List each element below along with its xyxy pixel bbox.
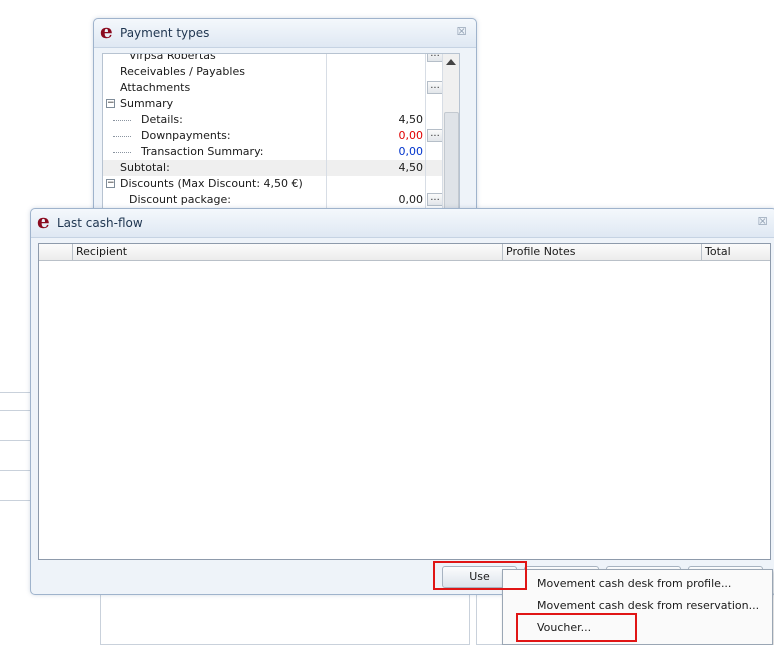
grid-row-label: Attachments	[120, 81, 191, 94]
last-cash-flow-window: e Last cash-flow ☒ Recipient Profile Not…	[30, 208, 774, 595]
grid-row-label: Discount package:	[129, 193, 231, 206]
grid-row-discounts[interactable]: − Discounts (Max Discount: 4,50 €)	[103, 176, 443, 193]
last-cash-flow-title: Last cash-flow	[57, 216, 143, 230]
column-recipient[interactable]: Recipient	[73, 244, 503, 260]
ellipsis-button[interactable]: ...	[427, 54, 443, 62]
grid-row-receivables[interactable]: Receivables / Payables	[103, 64, 443, 81]
background-line	[0, 500, 30, 501]
highlight-use-button	[433, 561, 527, 590]
grid-row-value: 0,00	[398, 129, 424, 142]
grid-row-value: 4,50	[398, 161, 424, 174]
grid-row-label: Receivables / Payables	[120, 65, 245, 78]
grid-row-attachments[interactable]: Attachments ...	[103, 80, 443, 97]
highlight-voucher-item	[516, 613, 637, 642]
close-icon[interactable]: ☒	[456, 26, 467, 37]
background-line	[0, 410, 30, 411]
collapse-icon[interactable]: −	[106, 179, 115, 188]
ellipsis-button[interactable]: ...	[427, 81, 443, 94]
ellipsis-button[interactable]: ...	[427, 193, 443, 206]
row-selector-header	[39, 244, 73, 260]
app-logo-icon: e	[100, 19, 113, 43]
grid-row-label: Details:	[141, 113, 183, 126]
vertical-scrollbar[interactable]	[442, 54, 459, 224]
background-line	[0, 392, 30, 393]
last-cash-flow-titlebar: e Last cash-flow ☒	[31, 209, 774, 238]
grid-row-discount-package[interactable]: Discount package: 0,00 ...	[103, 192, 443, 209]
grid-row-value: 4,50	[398, 113, 424, 126]
payment-types-title: Payment types	[120, 26, 210, 40]
cash-flow-list[interactable]: Recipient Profile Notes Total	[38, 243, 771, 560]
grid-row-details[interactable]: Details: 4,50	[103, 112, 443, 129]
grid-row-label: Virpša Robertas	[129, 53, 216, 62]
background-panel	[100, 592, 470, 645]
menu-item-movement-from-profile[interactable]: Movement cash desk from profile...	[503, 573, 772, 595]
scroll-up-icon[interactable]	[446, 59, 456, 65]
grid-row-subtotal[interactable]: Subtotal: 4,50	[103, 160, 443, 177]
grid-row-downpayments[interactable]: Downpayments: 0,00 ...	[103, 128, 443, 145]
app-logo-icon: e	[37, 209, 50, 233]
ellipsis-button[interactable]: ...	[427, 129, 443, 142]
close-icon[interactable]: ☒	[757, 216, 768, 227]
grid-row-label: Transaction Summary:	[141, 145, 264, 158]
property-grid: Virpša Robertas ... Receivables / Payabl…	[102, 53, 460, 225]
grid-row-value: 0,00	[398, 145, 424, 158]
payment-types-window: e Payment types ☒ Virpša Robertas ... Re…	[93, 18, 477, 225]
grid-row-label: Summary	[120, 97, 174, 110]
list-header: Recipient Profile Notes Total	[39, 244, 770, 261]
background-line	[0, 470, 30, 471]
grid-row-label: Discounts (Max Discount: 4,50 €)	[120, 177, 303, 190]
grid-row-transaction-summary[interactable]: Transaction Summary: 0,00	[103, 144, 443, 161]
grid-row-label: Downpayments:	[141, 129, 231, 142]
payment-types-titlebar: e Payment types ☒	[94, 19, 476, 48]
grid-row-value: 0,00	[398, 193, 424, 206]
column-profile-notes[interactable]: Profile Notes	[503, 244, 702, 260]
grid-row-label: Subtotal:	[120, 161, 170, 174]
collapse-icon[interactable]: −	[106, 99, 115, 108]
background-line	[0, 440, 30, 441]
column-total[interactable]: Total	[702, 244, 770, 260]
grid-row-summary[interactable]: − Summary	[103, 96, 443, 113]
